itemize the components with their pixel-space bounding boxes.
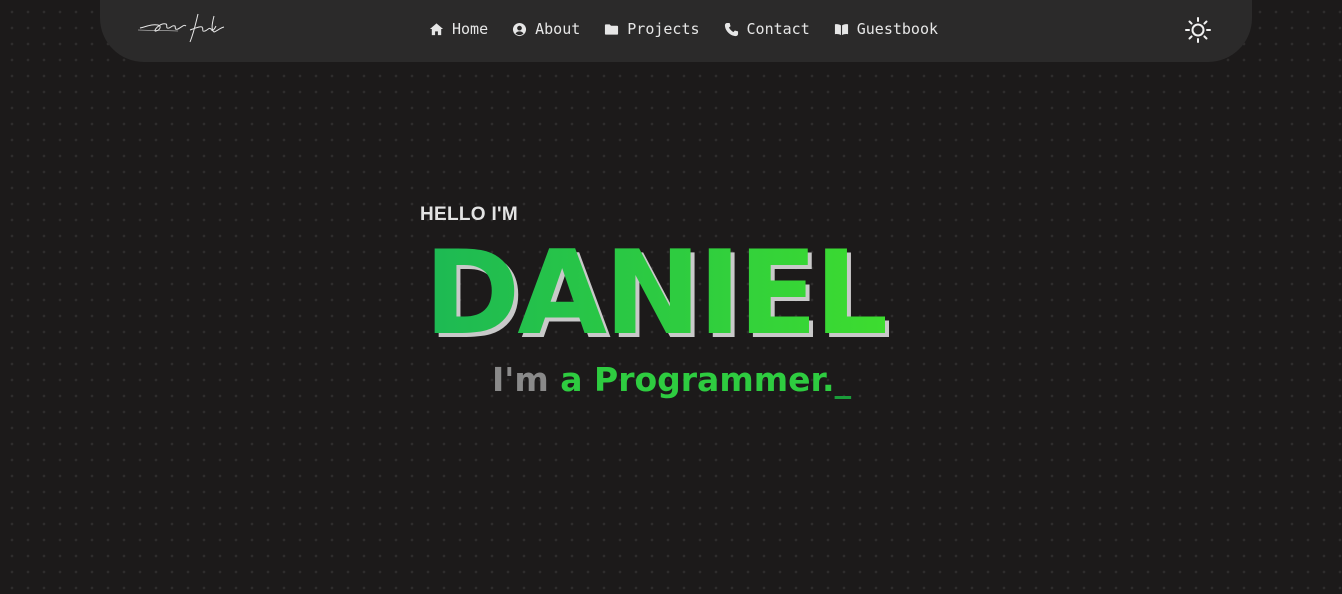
- hero-tagline: I'm a Programmer._: [492, 360, 851, 400]
- typing-cursor: _: [834, 360, 852, 399]
- hero-name: DANIEL: [424, 226, 888, 361]
- hero-greeting: HELLO I'M: [420, 204, 518, 225]
- tagline-role: a Programmer.: [560, 360, 835, 399]
- hero-section: HELLO I'M DANIEL I'm a Programmer._: [0, 0, 1342, 594]
- tagline-prefix: I'm: [492, 360, 561, 399]
